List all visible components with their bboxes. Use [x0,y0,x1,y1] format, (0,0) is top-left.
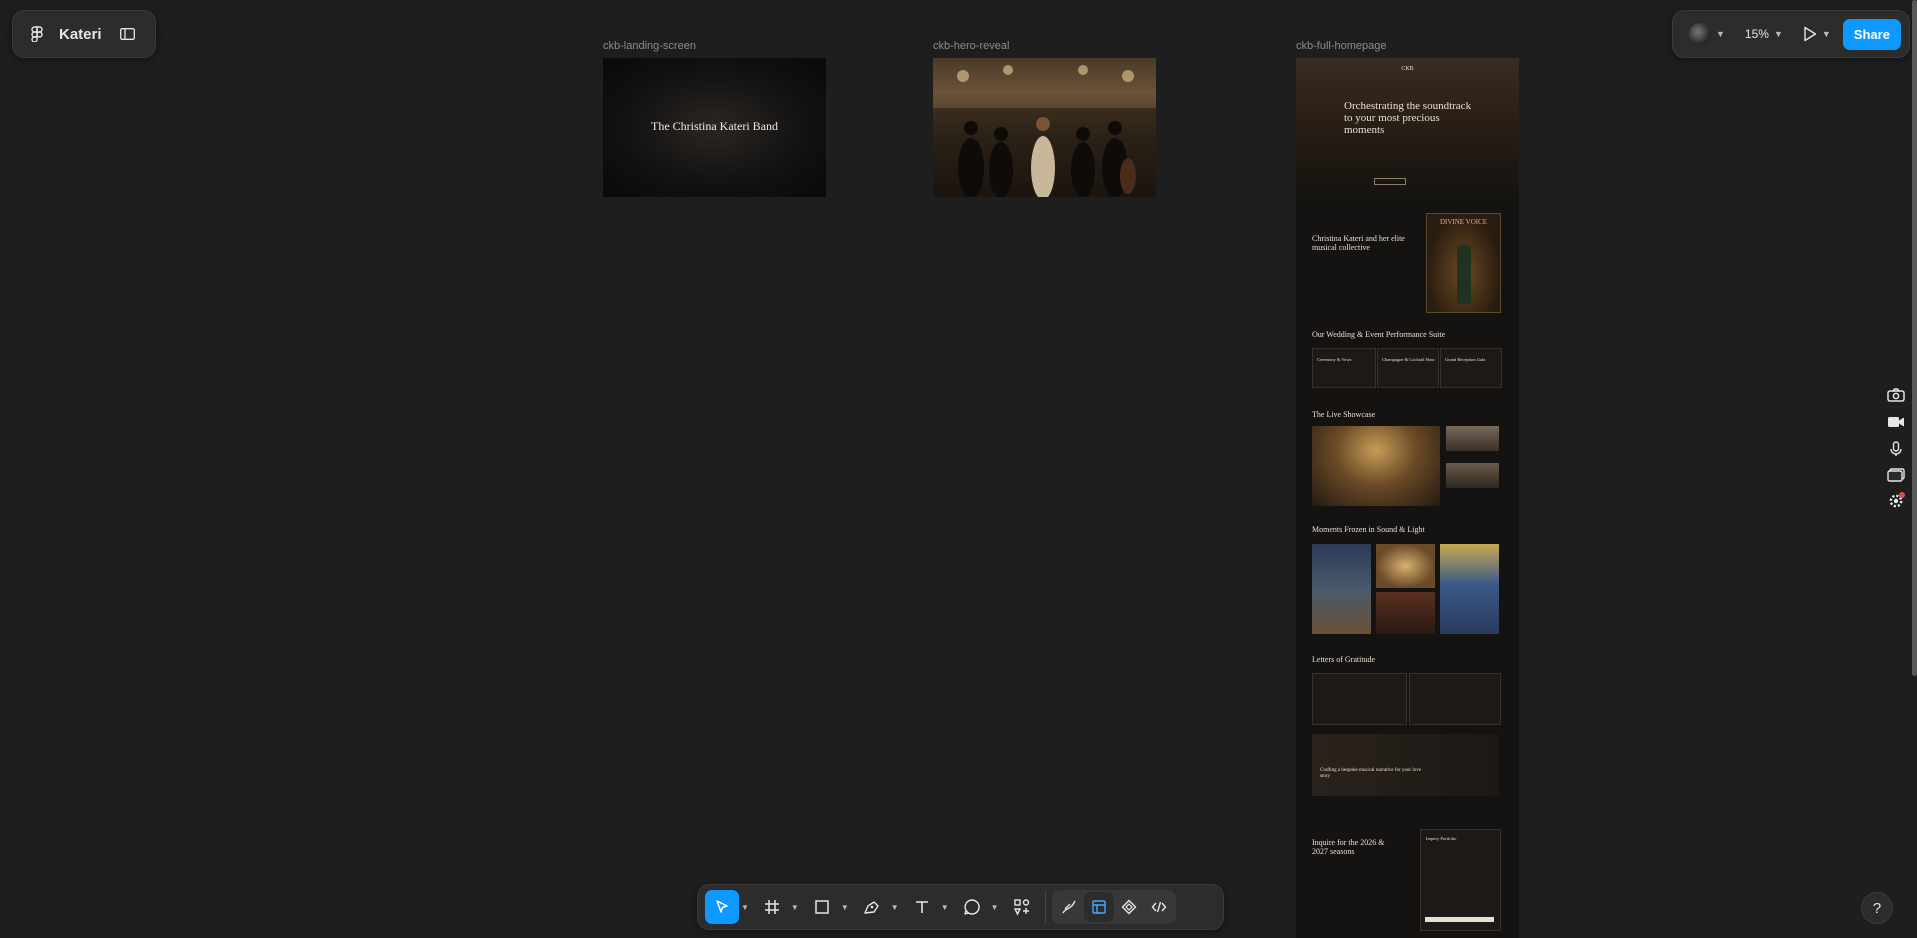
figma-logo-icon[interactable] [31,26,43,42]
frame-label[interactable]: ckb-full-homepage [1296,40,1387,52]
gallery-image[interactable] [1376,544,1435,588]
moments-title: Moments Frozen in Sound & Light [1312,525,1425,534]
play-icon[interactable] [1803,26,1817,42]
share-button[interactable]: Share [1842,18,1901,50]
mode-group [1051,890,1176,924]
comment-icon[interactable] [955,890,989,924]
landing-title: The Christina Kateri Band [651,119,778,133]
file-panel: Kateri [12,10,156,58]
suite-title: Our Wedding & Event Performance Suite [1312,330,1446,339]
suite-card: Champagne & Cocktail Hour [1377,348,1439,388]
chevron-down-icon[interactable]: ▼ [1822,29,1831,39]
full-homepage-frame[interactable]: CKB Orchestrating the soundtrack to your… [1296,58,1519,938]
about-title: Christina Kateri and her elite musical c… [1312,234,1405,252]
hero-title: Orchestrating the soundtrack to your mos… [1344,100,1472,136]
hero-reveal-frame[interactable] [933,58,1156,197]
letters-title: Letters of Gratitude [1312,655,1376,664]
frame-label[interactable]: ckb-hero-reveal [933,40,1009,52]
suite-card: Grand Reception Gala [1440,348,1502,388]
showcase-title: The Live Showcase [1312,410,1376,419]
inquiry-form: Inquiry Portfolio [1420,829,1501,931]
chevron-down-icon[interactable]: ▼ [941,903,949,912]
inquire-title: Inquire for the 2026 & 2027 seasons [1312,838,1385,856]
chevron-down-icon[interactable]: ▼ [991,903,999,912]
video-icon[interactable] [1882,411,1910,433]
vertical-scrollbar[interactable] [1912,0,1917,676]
chevron-down-icon[interactable]: ▼ [791,903,799,912]
inquiry-form-title: Inquiry Portfolio [1426,836,1457,841]
showcase-video[interactable] [1312,426,1440,506]
rectangle-icon[interactable] [805,890,839,924]
singer-figure [1457,244,1471,304]
top-right-toolbar: ▼ 15% ▼ ▼ Share [1672,10,1910,58]
sidebar-toggle-icon[interactable] [119,28,135,40]
window-icon[interactable] [1882,464,1910,486]
bespoke-title: Crafting a bespoke musical narrative for… [1320,768,1421,779]
bottom-toolbar: ▼ ▼ ▼ ▼ ▼ ▼ [697,884,1224,930]
gallery-image[interactable] [1440,544,1499,634]
homepage-logo: CKB [1401,66,1414,72]
text-icon[interactable] [905,890,939,924]
showcase-thumb[interactable] [1446,426,1499,451]
frame-label[interactable]: ckb-landing-screen [603,40,696,52]
testimonial-card [1409,673,1501,725]
chevron-down-icon[interactable]: ▼ [741,903,749,912]
hero-cta-button[interactable] [1374,178,1406,185]
bespoke-banner: Crafting a bespoke musical narrative for… [1312,734,1499,796]
band-photo [933,65,1156,197]
testimonial-card [1312,673,1407,725]
gallery-image[interactable] [1312,544,1371,634]
actions-icon[interactable] [1005,890,1039,924]
gallery-image[interactable] [1376,592,1435,634]
camera-icon[interactable] [1882,384,1910,406]
user-avatar[interactable] [1689,23,1711,45]
inquiry-submit-button[interactable] [1425,917,1494,922]
chevron-down-icon[interactable]: ▼ [891,903,899,912]
design-mode-icon[interactable] [1083,892,1114,922]
showcase-thumb[interactable] [1446,463,1499,488]
help-button[interactable]: ? [1861,892,1893,924]
file-name[interactable]: Kateri [59,26,102,43]
suite-card: Ceremony & Vows [1312,348,1376,388]
move-icon[interactable] [705,890,739,924]
landing-screen-frame[interactable]: The Christina Kateri Band [603,58,826,197]
poster-title: DIVINE VOICE [1439,218,1488,226]
chevron-down-icon[interactable]: ▼ [1716,29,1725,39]
chevron-down-icon[interactable]: ▼ [841,903,849,912]
zoom-level[interactable]: 15% [1745,27,1769,41]
component-icon[interactable] [1114,892,1144,922]
frame-icon[interactable] [755,890,789,924]
microphone-icon[interactable] [1882,438,1910,460]
chevron-down-icon[interactable]: ▼ [1774,29,1783,39]
toolbar-divider [1044,890,1046,924]
pen-icon[interactable] [855,890,889,924]
draw-icon[interactable] [1054,892,1084,922]
poster-image: DIVINE VOICE [1426,213,1501,313]
help-icon: ? [1872,899,1882,917]
settings-icon[interactable] [1882,490,1910,512]
code-icon[interactable] [1144,892,1174,922]
